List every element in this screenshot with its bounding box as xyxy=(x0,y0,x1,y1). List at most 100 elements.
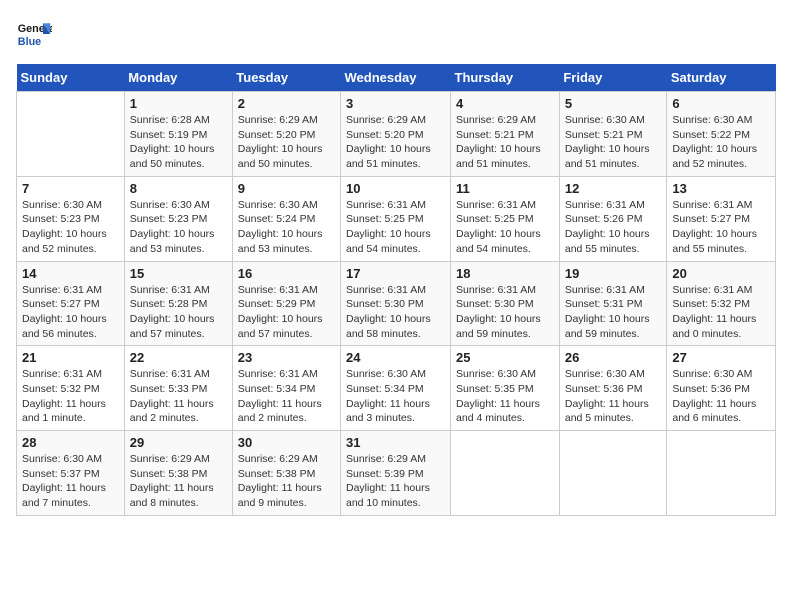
header-monday: Monday xyxy=(124,64,232,92)
day-number: 15 xyxy=(130,266,227,281)
calendar-cell xyxy=(451,431,560,516)
day-info: Sunrise: 6:31 AM Sunset: 5:28 PM Dayligh… xyxy=(130,283,227,342)
day-info: Sunrise: 6:31 AM Sunset: 5:32 PM Dayligh… xyxy=(672,283,770,342)
day-number: 28 xyxy=(22,435,119,450)
day-info: Sunrise: 6:31 AM Sunset: 5:25 PM Dayligh… xyxy=(456,198,554,257)
day-number: 10 xyxy=(346,181,445,196)
calendar-week-2: 7Sunrise: 6:30 AM Sunset: 5:23 PM Daylig… xyxy=(17,176,776,261)
calendar-week-3: 14 Sunrise: 6:31 AM Sunset: 5:27 PM Dayli… xyxy=(17,261,776,346)
calendar-cell: 9 Sunrise: 6:30 AM Sunset: 5:24 PM Daylig… xyxy=(232,176,340,261)
day-number: 1 xyxy=(130,96,227,111)
calendar-cell: 7Sunrise: 6:30 AM Sunset: 5:23 PM Daylig… xyxy=(17,176,125,261)
calendar-cell: 31 Sunrise: 6:29 AM Sunset: 5:39 PM Dayli… xyxy=(341,431,451,516)
day-info: Sunrise: 6:30 AM Sunset: 5:35 PM Dayligh… xyxy=(456,367,554,426)
day-info: Sunrise: 6:30 AM Sunset: 5:24 PM Dayligh… xyxy=(238,198,335,257)
calendar-cell: 27Sunrise: 6:30 AM Sunset: 5:36 PM Dayli… xyxy=(667,346,776,431)
calendar-cell: 11 Sunrise: 6:31 AM Sunset: 5:25 PM Dayli… xyxy=(451,176,560,261)
calendar-cell: 29 Sunrise: 6:29 AM Sunset: 5:38 PM Dayli… xyxy=(124,431,232,516)
day-number: 21 xyxy=(22,350,119,365)
header-tuesday: Tuesday xyxy=(232,64,340,92)
calendar-cell: 6 Sunrise: 6:30 AM Sunset: 5:22 PM Daylig… xyxy=(667,92,776,177)
day-info: Sunrise: 6:29 AM Sunset: 5:21 PM Dayligh… xyxy=(456,113,554,172)
calendar-cell: 10 Sunrise: 6:31 AM Sunset: 5:25 PM Dayli… xyxy=(341,176,451,261)
day-number: 29 xyxy=(130,435,227,450)
day-number: 12 xyxy=(565,181,662,196)
day-info: Sunrise: 6:31 AM Sunset: 5:30 PM Dayligh… xyxy=(346,283,445,342)
calendar-week-1: 1 Sunrise: 6:28 AM Sunset: 5:19 PM Daylig… xyxy=(17,92,776,177)
day-info: Sunrise: 6:29 AM Sunset: 5:20 PM Dayligh… xyxy=(238,113,335,172)
calendar-cell: 2Sunrise: 6:29 AM Sunset: 5:20 PM Daylig… xyxy=(232,92,340,177)
day-info: Sunrise: 6:29 AM Sunset: 5:20 PM Dayligh… xyxy=(346,113,445,172)
calendar-cell: 20 Sunrise: 6:31 AM Sunset: 5:32 PM Dayli… xyxy=(667,261,776,346)
calendar-cell xyxy=(559,431,667,516)
calendar-cell: 28 Sunrise: 6:30 AM Sunset: 5:37 PM Dayli… xyxy=(17,431,125,516)
day-info: Sunrise: 6:30 AM Sunset: 5:23 PM Dayligh… xyxy=(22,198,119,257)
day-info: Sunrise: 6:30 AM Sunset: 5:21 PM Dayligh… xyxy=(565,113,662,172)
day-number: 5 xyxy=(565,96,662,111)
calendar-cell: 19 Sunrise: 6:31 AM Sunset: 5:31 PM Dayli… xyxy=(559,261,667,346)
day-number: 27 xyxy=(672,350,770,365)
day-number: 4 xyxy=(456,96,554,111)
header-saturday: Saturday xyxy=(667,64,776,92)
day-number: 14 xyxy=(22,266,119,281)
day-info: Sunrise: 6:31 AM Sunset: 5:31 PM Dayligh… xyxy=(565,283,662,342)
day-info: Sunrise: 6:31 AM Sunset: 5:34 PM Dayligh… xyxy=(238,367,335,426)
page-header: General Blue xyxy=(16,16,776,52)
day-info: Sunrise: 6:31 AM Sunset: 5:29 PM Dayligh… xyxy=(238,283,335,342)
calendar-cell xyxy=(667,431,776,516)
logo: General Blue xyxy=(16,16,56,52)
calendar-cell: 8 Sunrise: 6:30 AM Sunset: 5:23 PM Daylig… xyxy=(124,176,232,261)
day-number: 19 xyxy=(565,266,662,281)
day-number: 30 xyxy=(238,435,335,450)
day-number: 8 xyxy=(130,181,227,196)
calendar-cell: 4 Sunrise: 6:29 AM Sunset: 5:21 PM Daylig… xyxy=(451,92,560,177)
calendar-cell: 18Sunrise: 6:31 AM Sunset: 5:30 PM Dayli… xyxy=(451,261,560,346)
day-number: 22 xyxy=(130,350,227,365)
day-info: Sunrise: 6:30 AM Sunset: 5:22 PM Dayligh… xyxy=(672,113,770,172)
day-number: 6 xyxy=(672,96,770,111)
calendar-cell: 21 Sunrise: 6:31 AM Sunset: 5:32 PM Dayli… xyxy=(17,346,125,431)
calendar-header-row: SundayMondayTuesdayWednesdayThursdayFrid… xyxy=(17,64,776,92)
calendar-week-5: 28 Sunrise: 6:30 AM Sunset: 5:37 PM Dayli… xyxy=(17,431,776,516)
day-info: Sunrise: 6:30 AM Sunset: 5:37 PM Dayligh… xyxy=(22,452,119,511)
day-number: 9 xyxy=(238,181,335,196)
day-number: 31 xyxy=(346,435,445,450)
header-friday: Friday xyxy=(559,64,667,92)
calendar-cell: 14 Sunrise: 6:31 AM Sunset: 5:27 PM Dayli… xyxy=(17,261,125,346)
day-number: 11 xyxy=(456,181,554,196)
day-number: 16 xyxy=(238,266,335,281)
day-number: 3 xyxy=(346,96,445,111)
calendar-cell: 26Sunrise: 6:30 AM Sunset: 5:36 PM Dayli… xyxy=(559,346,667,431)
calendar-cell: 16 Sunrise: 6:31 AM Sunset: 5:29 PM Dayli… xyxy=(232,261,340,346)
calendar-cell: 24Sunrise: 6:30 AM Sunset: 5:34 PM Dayli… xyxy=(341,346,451,431)
day-number: 20 xyxy=(672,266,770,281)
day-info: Sunrise: 6:30 AM Sunset: 5:23 PM Dayligh… xyxy=(130,198,227,257)
header-thursday: Thursday xyxy=(451,64,560,92)
logo-icon: General Blue xyxy=(16,16,52,52)
calendar-cell xyxy=(17,92,125,177)
day-info: Sunrise: 6:31 AM Sunset: 5:30 PM Dayligh… xyxy=(456,283,554,342)
header-sunday: Sunday xyxy=(17,64,125,92)
day-number: 25 xyxy=(456,350,554,365)
day-info: Sunrise: 6:31 AM Sunset: 5:27 PM Dayligh… xyxy=(22,283,119,342)
calendar-cell: 12Sunrise: 6:31 AM Sunset: 5:26 PM Dayli… xyxy=(559,176,667,261)
calendar-cell: 13 Sunrise: 6:31 AM Sunset: 5:27 PM Dayli… xyxy=(667,176,776,261)
calendar-cell: 22 Sunrise: 6:31 AM Sunset: 5:33 PM Dayli… xyxy=(124,346,232,431)
day-info: Sunrise: 6:30 AM Sunset: 5:36 PM Dayligh… xyxy=(565,367,662,426)
calendar-cell: 15 Sunrise: 6:31 AM Sunset: 5:28 PM Dayli… xyxy=(124,261,232,346)
day-info: Sunrise: 6:30 AM Sunset: 5:34 PM Dayligh… xyxy=(346,367,445,426)
calendar-cell: 30 Sunrise: 6:29 AM Sunset: 5:38 PM Dayli… xyxy=(232,431,340,516)
day-info: Sunrise: 6:28 AM Sunset: 5:19 PM Dayligh… xyxy=(130,113,227,172)
day-info: Sunrise: 6:31 AM Sunset: 5:25 PM Dayligh… xyxy=(346,198,445,257)
calendar-cell: 5 Sunrise: 6:30 AM Sunset: 5:21 PM Daylig… xyxy=(559,92,667,177)
header-wednesday: Wednesday xyxy=(341,64,451,92)
day-info: Sunrise: 6:31 AM Sunset: 5:27 PM Dayligh… xyxy=(672,198,770,257)
day-info: Sunrise: 6:29 AM Sunset: 5:39 PM Dayligh… xyxy=(346,452,445,511)
day-number: 23 xyxy=(238,350,335,365)
day-info: Sunrise: 6:31 AM Sunset: 5:33 PM Dayligh… xyxy=(130,367,227,426)
calendar-table: SundayMondayTuesdayWednesdayThursdayFrid… xyxy=(16,64,776,516)
day-info: Sunrise: 6:31 AM Sunset: 5:32 PM Dayligh… xyxy=(22,367,119,426)
day-number: 13 xyxy=(672,181,770,196)
day-info: Sunrise: 6:29 AM Sunset: 5:38 PM Dayligh… xyxy=(130,452,227,511)
day-info: Sunrise: 6:29 AM Sunset: 5:38 PM Dayligh… xyxy=(238,452,335,511)
